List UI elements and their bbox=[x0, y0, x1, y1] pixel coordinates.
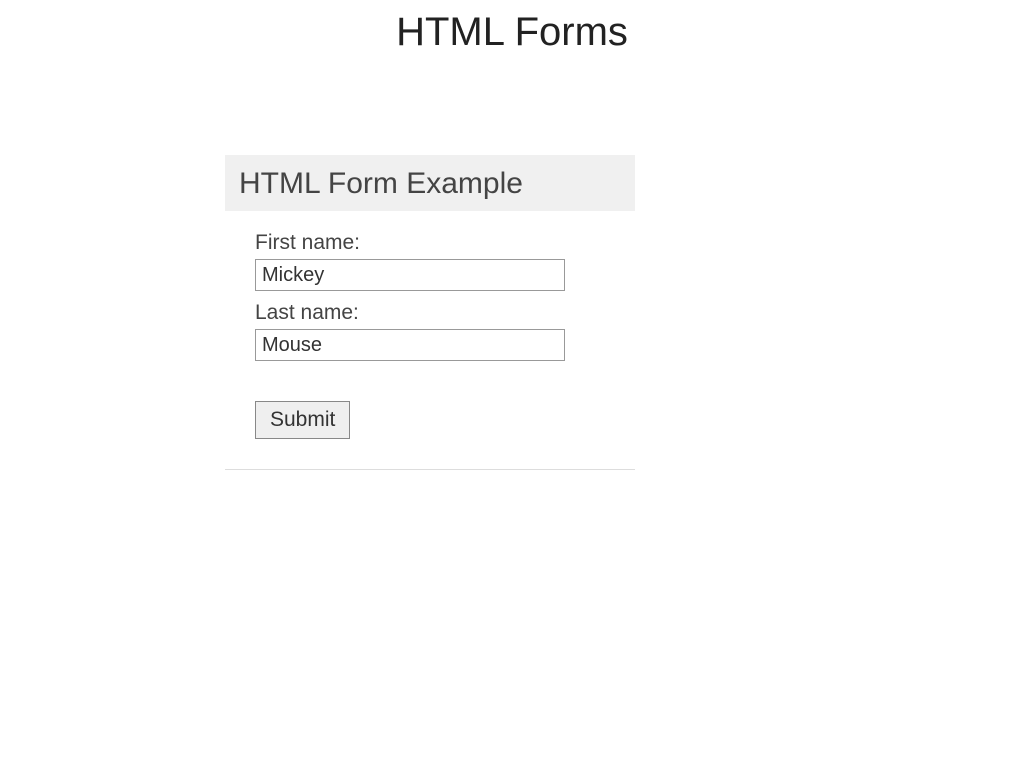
last-name-input[interactable] bbox=[255, 329, 565, 361]
form-example-container: HTML Form Example First name: Last name:… bbox=[225, 155, 635, 470]
first-name-input[interactable] bbox=[255, 259, 565, 291]
submit-button[interactable]: Submit bbox=[255, 401, 350, 439]
page-title: HTML Forms bbox=[0, 0, 1024, 65]
form-body: First name: Last name: Submit bbox=[225, 211, 635, 469]
last-name-label: Last name: bbox=[255, 301, 605, 325]
example-header: HTML Form Example bbox=[225, 155, 635, 211]
first-name-label: First name: bbox=[255, 231, 605, 255]
example-heading: HTML Form Example bbox=[239, 167, 621, 201]
